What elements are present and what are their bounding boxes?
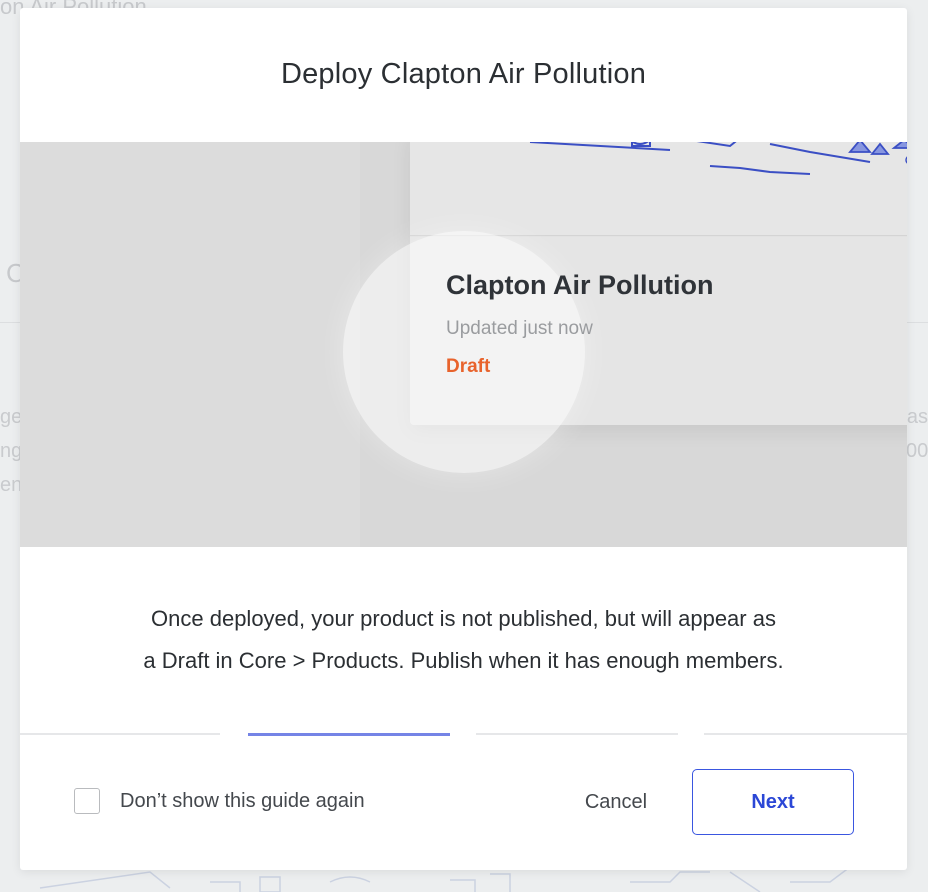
step-3-indicator <box>476 733 678 735</box>
step-2-indicator-active <box>248 733 450 736</box>
dont-show-again-label[interactable]: Don’t show this guide again <box>120 790 365 813</box>
background-text-fragment: ng <box>0 440 23 462</box>
next-button[interactable]: Next <box>692 769 854 835</box>
map-sketch-image <box>529 142 907 175</box>
background-right-text: as 00 <box>906 400 928 520</box>
guide-illustration: Clapton Air Pollution Updated just now D… <box>20 142 907 547</box>
card-status-badge: Draft <box>446 356 491 377</box>
description-line: Once deployed, your product is not publi… <box>151 606 776 631</box>
dont-show-again-option[interactable]: Don’t show this guide again <box>74 788 365 814</box>
step-indicator <box>20 733 907 736</box>
background-text-fragment: 00 <box>906 440 928 462</box>
dont-show-again-checkbox[interactable] <box>74 788 100 814</box>
background-left-text: ge ng en <box>0 400 23 520</box>
card-title: Clapton Air Pollution <box>446 270 714 300</box>
card-updated-text: Updated just now <box>446 318 593 339</box>
description-line: a Draft in Core > Products. Publish when… <box>143 648 784 673</box>
guide-description: Once deployed, your product is not publi… <box>60 598 867 682</box>
cancel-button[interactable]: Cancel <box>560 784 672 820</box>
background-text-fragment: en <box>0 474 23 496</box>
step-4-indicator <box>704 733 907 735</box>
step-1-indicator <box>20 733 220 735</box>
modal-title: Deploy Clapton Air Pollution <box>280 58 647 90</box>
deploy-guide-modal: Deploy Clapton Air Pollution Clapton Air… <box>20 8 907 870</box>
spotlight-highlight <box>343 231 585 473</box>
background-text-fragment: ge <box>0 406 23 428</box>
card-map-image <box>410 142 907 236</box>
background-text-fragment: as <box>906 406 928 428</box>
